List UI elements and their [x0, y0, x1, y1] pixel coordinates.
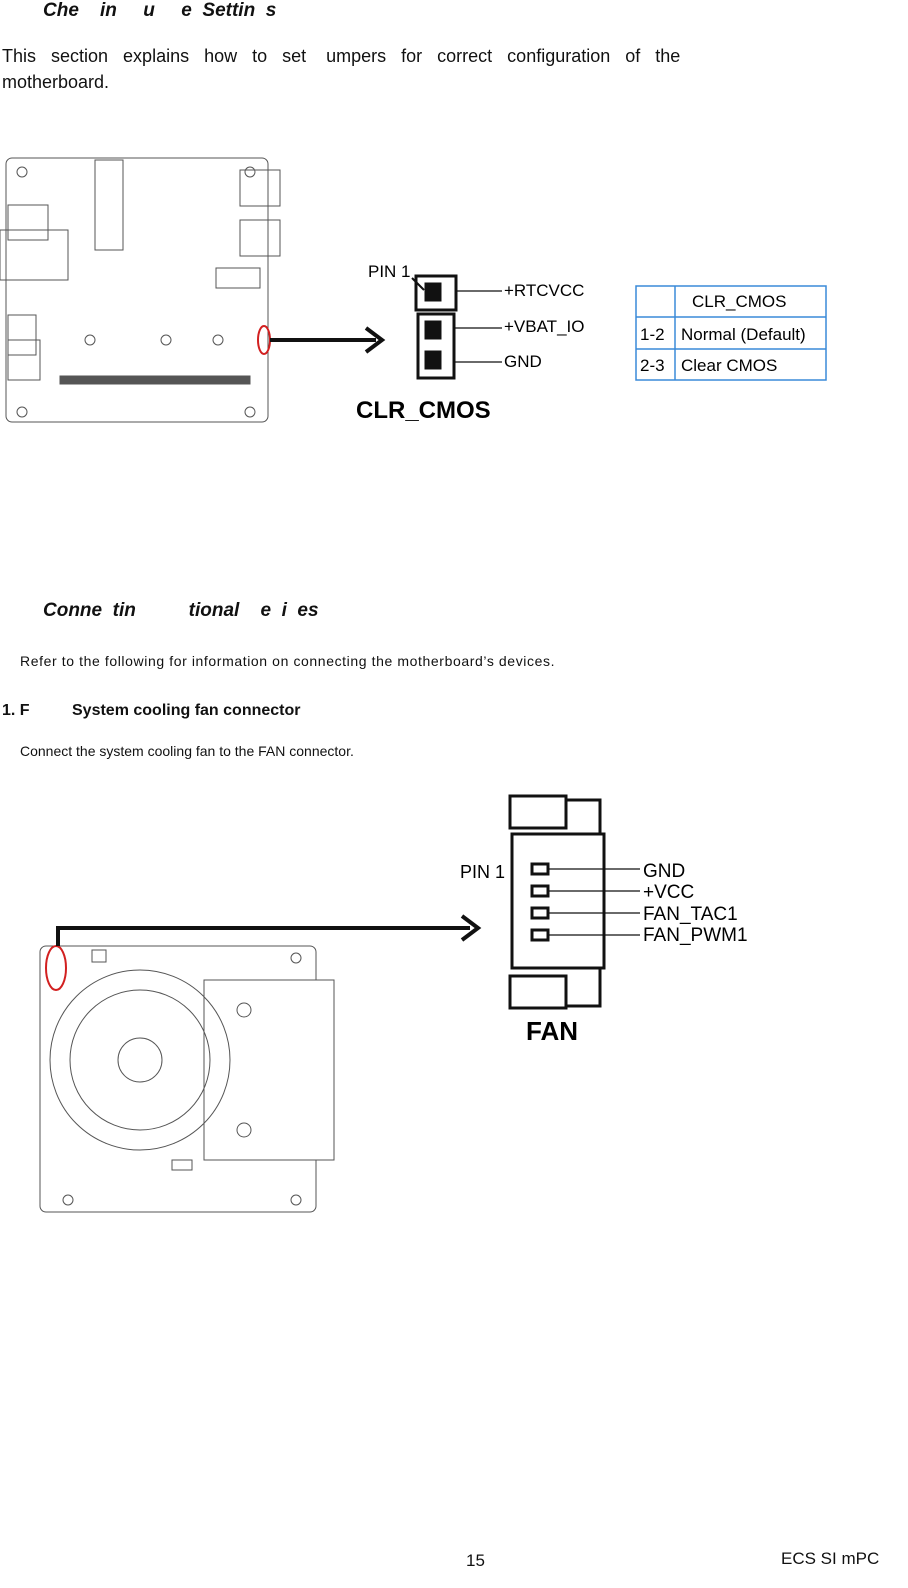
item-title: System cooling fan connector — [72, 702, 301, 719]
item-number: 1. F — [2, 702, 30, 719]
fan-board-illustration — [39, 945, 335, 1213]
clr-cmos-title: CLR_CMOS — [356, 397, 491, 424]
item-text: Connect the system cooling fan to the FA… — [20, 743, 354, 759]
section-text-line1: This section explains how to set umpers … — [2, 46, 681, 66]
table-header: CLR_CMOS — [692, 292, 786, 311]
pin-label-1: GND — [643, 861, 685, 882]
pin1-label: PIN 1 — [460, 862, 505, 882]
highlight-circle — [45, 945, 67, 991]
arrow-line — [56, 926, 470, 946]
pin-label-4: FAN_PWM1 — [643, 925, 748, 946]
table-cell: Normal (Default) — [681, 325, 806, 344]
pin-label-2: +VCC — [643, 882, 694, 903]
motherboard-illustration — [0, 157, 281, 423]
fan-connector — [508, 794, 606, 1010]
section-heading-jumper-settings: Che in u e Settin s — [43, 0, 277, 21]
pin-label-2: +VBAT_IO — [504, 317, 584, 336]
table-cell: 2-3 — [640, 356, 665, 375]
table-cell: Clear CMOS — [681, 356, 777, 375]
section-heading-connecting-devices: Conne tin tional e i es — [43, 600, 319, 621]
section-intro: Refer to the following for information o… — [20, 653, 556, 669]
manual-page: Che in u e Settin s This section explain… — [0, 0, 908, 1588]
fan-title: FAN — [526, 1016, 578, 1046]
pin1-label: PIN 1 — [368, 262, 411, 281]
pin-label-1: +RTCVCC — [504, 281, 584, 300]
section-text-line2: motherboard. — [2, 72, 110, 92]
jumper-header — [414, 274, 458, 380]
page-number: 15 — [466, 1551, 485, 1570]
footer-product: ECS SI mPC — [781, 1549, 880, 1568]
clr-cmos-diagram: PIN 1 +RTCVCC +VBAT_IO GND CLR_CMOS CLR_… — [0, 157, 827, 424]
table-cell: 1-2 — [640, 325, 665, 344]
pin-label-3: GND — [504, 352, 542, 371]
pin-label-3: FAN_TAC1 — [643, 904, 738, 925]
fan-diagram: PIN 1 GND +VCC FAN_TAC1 FAN_PWM1 FAN — [39, 794, 748, 1213]
